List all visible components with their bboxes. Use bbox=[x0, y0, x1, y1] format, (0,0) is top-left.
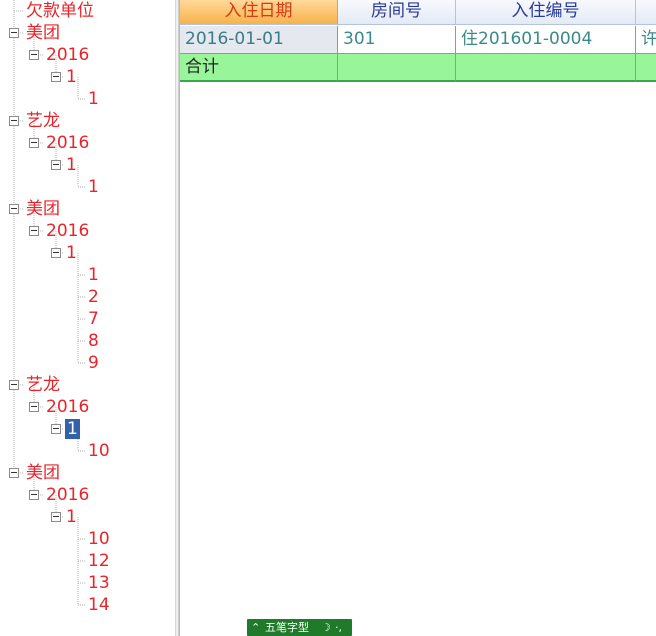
table-row[interactable]: 2016-01-01 301 住201601-0004 许 bbox=[180, 26, 656, 54]
tree-node[interactable]: 2016 bbox=[46, 44, 89, 66]
tree-node[interactable]: 1 bbox=[88, 88, 99, 110]
tree-node[interactable]: 欠款单位 bbox=[26, 0, 94, 22]
cell-fourth[interactable]: 许 bbox=[636, 26, 656, 54]
collapse-toggle-icon[interactable] bbox=[29, 402, 39, 412]
data-grid[interactable]: 入住日期 房间号 入住编号 2016-01-01 301 住201601-000… bbox=[180, 0, 656, 636]
collapse-toggle-icon[interactable] bbox=[9, 468, 19, 478]
collapse-toggle-icon[interactable] bbox=[9, 204, 19, 214]
tree-node[interactable]: 13 bbox=[88, 572, 110, 594]
collapse-toggle-icon[interactable] bbox=[29, 50, 39, 60]
collapse-toggle-icon[interactable] bbox=[29, 138, 39, 148]
tree-node[interactable]: 2016 bbox=[46, 132, 89, 154]
grid-header-row: 入住日期 房间号 入住编号 bbox=[180, 0, 656, 26]
column-header-checkin-id[interactable]: 入住编号 bbox=[456, 0, 636, 25]
tree-node[interactable]: 1 bbox=[88, 264, 99, 286]
collapse-toggle-icon[interactable] bbox=[9, 116, 19, 126]
cell-room-number[interactable]: 301 bbox=[338, 26, 456, 54]
tree-node[interactable]: 9 bbox=[88, 352, 99, 374]
tree-node[interactable]: 美团 bbox=[26, 462, 60, 484]
tree-node[interactable]: 2 bbox=[88, 286, 99, 308]
tree-node[interactable]: 2016 bbox=[46, 220, 89, 242]
total-row: 合计 bbox=[180, 54, 656, 82]
tree-node[interactable]: 美团 bbox=[26, 22, 60, 44]
tree-node[interactable]: 14 bbox=[88, 594, 110, 616]
punctuation-icon[interactable]: ·, bbox=[335, 619, 342, 636]
tree-node[interactable]: 艺龙 bbox=[26, 374, 60, 396]
collapse-toggle-icon[interactable] bbox=[51, 424, 61, 434]
tree-node[interactable]: 1 bbox=[66, 154, 77, 176]
collapse-toggle-icon[interactable] bbox=[51, 160, 61, 170]
tree-node[interactable]: 2016 bbox=[46, 396, 89, 418]
collapse-toggle-icon[interactable] bbox=[51, 72, 61, 82]
collapse-toggle-icon[interactable] bbox=[29, 490, 39, 500]
column-header-fourth[interactable] bbox=[636, 0, 656, 25]
total-cell-checkin-id bbox=[456, 54, 636, 82]
tree-node[interactable]: 10 bbox=[88, 528, 110, 550]
tree-node[interactable]: 10 bbox=[88, 440, 110, 462]
tree-node[interactable]: 2016 bbox=[46, 484, 89, 506]
tree-node[interactable]: 1 bbox=[66, 242, 77, 264]
collapse-toggle-icon[interactable] bbox=[9, 28, 19, 38]
tree-node[interactable]: 7 bbox=[88, 308, 99, 330]
cell-checkin-id[interactable]: 住201601-0004 bbox=[456, 26, 636, 54]
tree-node[interactable]: 美团 bbox=[26, 198, 60, 220]
collapse-toggle-icon[interactable] bbox=[51, 512, 61, 522]
total-cell-fourth bbox=[636, 54, 656, 82]
tree-node[interactable]: 艺龙 bbox=[26, 110, 60, 132]
column-header-room-number[interactable]: 房间号 bbox=[338, 0, 456, 25]
tree-node[interactable]: 1 bbox=[66, 66, 77, 88]
collapse-toggle-icon[interactable] bbox=[9, 380, 19, 390]
tree-panel[interactable]: 欠款单位 美团 2016 1 1 艺龙 2016 1 1 美团 2016 1 1 2 7 8 9 艺龙 2016 1 1… bbox=[0, 0, 175, 636]
cell-checkin-date[interactable]: 2016-01-01 bbox=[180, 26, 338, 54]
total-label: 合计 bbox=[180, 54, 338, 82]
collapse-toggle-icon[interactable] bbox=[29, 226, 39, 236]
ime-mode-label[interactable]: 五笔字型 bbox=[265, 619, 309, 636]
tree-node[interactable]: 1 bbox=[66, 506, 77, 528]
collapse-toggle-icon[interactable] bbox=[51, 248, 61, 258]
total-cell-room-number bbox=[338, 54, 456, 82]
tree-node[interactable]: 12 bbox=[88, 550, 110, 572]
tree-node[interactable]: 1 bbox=[65, 419, 80, 439]
double-chevron-up-icon[interactable]: ⌃ bbox=[251, 619, 260, 636]
tree-node[interactable]: 1 bbox=[88, 176, 99, 198]
column-header-checkin-date[interactable]: 入住日期 bbox=[180, 0, 338, 25]
ime-status-bar[interactable]: ⌃ 五笔字型 ☽ ·, bbox=[247, 619, 352, 636]
half-moon-icon[interactable]: ☽ bbox=[321, 619, 331, 636]
tree-node[interactable]: 8 bbox=[88, 330, 99, 352]
